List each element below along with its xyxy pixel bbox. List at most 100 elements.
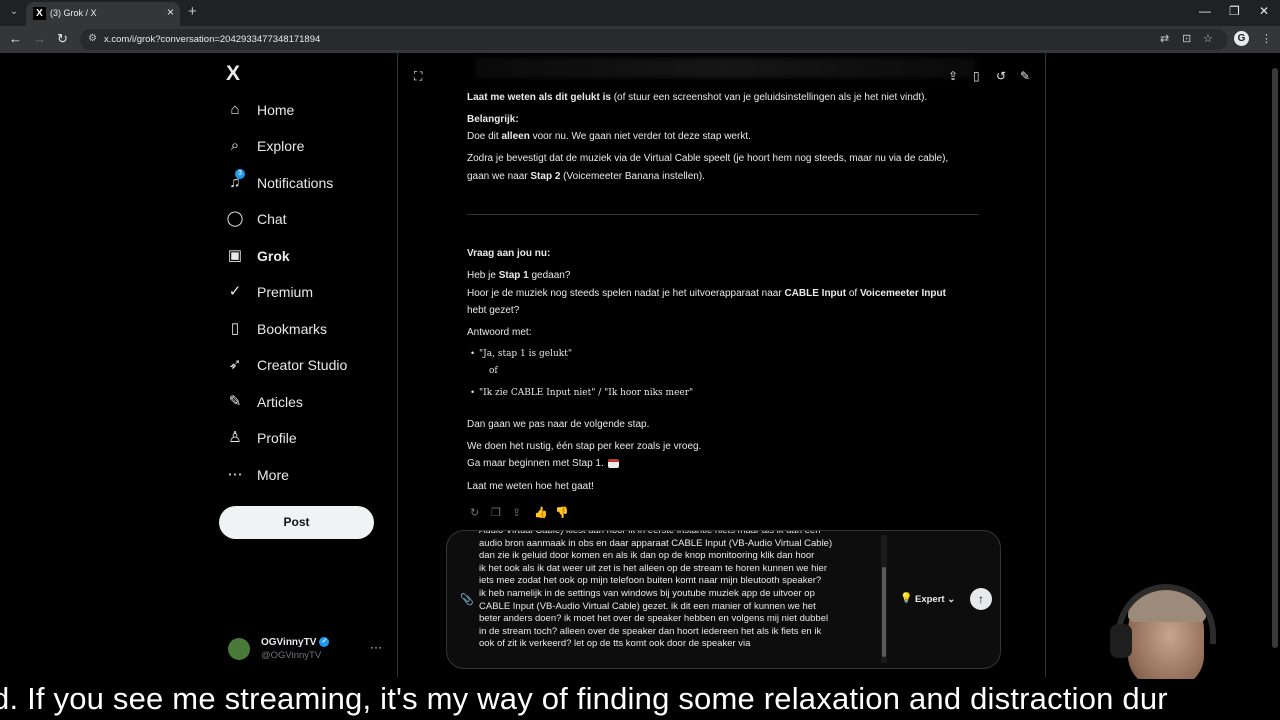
sidebar-item-bookmarks[interactable]: ▯ Bookmarks: [226, 317, 327, 341]
bold-text: Laat me weten als dit gelukt is: [467, 92, 611, 103]
message-line: Hoor je de muziek nog steeds spelen nada…: [467, 285, 987, 303]
message-line: Dan gaan we pas naar de volgende stap.: [467, 419, 650, 430]
share-icon[interactable]: ⇪: [512, 506, 521, 519]
text: Doe dit: [467, 131, 502, 142]
thumbs-down-icon[interactable]: 👎: [555, 506, 569, 519]
articles-icon: ✎: [228, 393, 242, 410]
send-button[interactable]: ↑: [970, 588, 992, 610]
question-heading: Vraag aan jou nu:: [467, 245, 979, 263]
premium-icon: ✓: [228, 283, 242, 300]
bookmark-icon[interactable]: ▯: [973, 69, 980, 83]
browser-tab[interactable]: X (3) Grok / X ×: [26, 2, 180, 26]
sidebar-item-home[interactable]: ⌂ Home: [226, 98, 294, 122]
headphone-earcup: [1110, 624, 1132, 658]
lightbulb-icon: 💡: [900, 593, 913, 604]
share-icon[interactable]: ⇪: [948, 69, 958, 83]
model-label: Expert: [915, 594, 945, 605]
bookmark-star-icon[interactable]: ☆: [1203, 32, 1213, 45]
account-more-icon[interactable]: ···: [370, 640, 382, 654]
text: gedaan?: [528, 270, 571, 281]
bell-icon: ♫ 3: [226, 169, 245, 192]
x-favicon-icon: X: [33, 7, 46, 20]
browser-tab-bar: ⌄ X (3) Grok / X × + — ❐ ✕: [0, 0, 1280, 26]
list-item: "Ik zie CABLE Input niet" / "Ik hoor nik…: [471, 387, 693, 398]
sidebar-item-articles[interactable]: ✎ Articles: [226, 390, 303, 414]
model-selector[interactable]: Expert ⌄: [915, 594, 955, 605]
sidebar-item-explore[interactable]: ⌕ Explore: [226, 134, 305, 158]
new-chat-icon[interactable]: ✎: [1020, 69, 1030, 83]
message-line: hebt gezet?: [467, 305, 520, 316]
message-line: We doen het rustig, één stap per keer zo…: [467, 441, 702, 452]
sidebar-item-notifications[interactable]: ♫ 3 Notifications: [226, 169, 334, 195]
back-icon[interactable]: ←: [9, 31, 22, 46]
grok-icon: ▣: [227, 247, 243, 264]
sidebar-item-more[interactable]: ⋯ More: [226, 463, 289, 487]
message-line: gaan we naar Stap 2 (Voicemeeter Banana …: [467, 168, 979, 186]
history-icon[interactable]: ↺: [996, 69, 1006, 83]
bookmark-icon: ▯: [230, 320, 240, 337]
text: of: [846, 288, 860, 299]
window-close-icon[interactable]: ✕: [1259, 4, 1269, 18]
account-switcher[interactable]: OGVinnyTV ✓ @OGVinnyTV ···: [228, 636, 384, 664]
rocket-icon: ➶: [228, 356, 242, 373]
message-line: Zodra je bevestigt dat de muziek via de …: [467, 153, 949, 164]
regenerate-icon[interactable]: ↻: [470, 506, 479, 519]
x-logo-icon[interactable]: X: [226, 62, 240, 86]
tab-title: (3) Grok / X: [50, 8, 97, 18]
important-heading: Belangrijk:: [467, 111, 979, 129]
sidebar-item-label: Notifications: [257, 175, 334, 191]
sidebar-item-label: Bookmarks: [257, 321, 328, 337]
more-circle-icon: ⋯: [227, 466, 243, 483]
message-line: Heb je Stap 1 gedaan?: [467, 267, 979, 285]
sidebar-item-chat[interactable]: ◯ Chat: [226, 207, 287, 231]
restore-icon[interactable]: ❐: [1229, 4, 1240, 18]
message-line: Doe dit alleen voor nu. We gaan niet ver…: [467, 128, 979, 146]
notification-badge: 3: [235, 169, 245, 179]
message-composer[interactable]: 📎 Audio Virtual Cable) kiest dan hoor ik…: [446, 530, 1001, 669]
divider: [467, 214, 979, 215]
text: gaan we naar: [467, 171, 531, 182]
url-text: x.com/i/grok?conversation=20429334773481…: [104, 34, 321, 45]
url-field[interactable]: ⚙ x.com/i/grok?conversation=204293347734…: [80, 29, 1228, 50]
composer-input[interactable]: Audio Virtual Cable) kiest dan hoor ik i…: [479, 531, 879, 661]
bold-text: Stap 1: [498, 270, 529, 281]
tab-search-icon[interactable]: ⌄: [6, 4, 22, 20]
sidebar-item-profile[interactable]: ♙ Profile: [226, 426, 296, 450]
cake-emoji-icon: [607, 458, 619, 468]
minimize-icon[interactable]: —: [1199, 4, 1211, 18]
text: voor nu. We gaan niet verder tot deze st…: [529, 131, 751, 142]
stream-caption-text: d. If you see me streaming, it's my way …: [0, 681, 1168, 716]
sidebar-item-label: Articles: [257, 394, 303, 410]
column-divider-right: [1045, 53, 1046, 677]
expand-icon[interactable]: ⛶: [414, 69, 422, 84]
translate-icon[interactable]: ⇄: [1160, 32, 1169, 45]
site-info-icon[interactable]: ⚙: [88, 33, 97, 44]
new-tab-icon[interactable]: +: [188, 3, 197, 20]
text: (Voicemeeter Banana instellen).: [560, 171, 705, 182]
sidebar-item-label: Premium: [257, 284, 314, 300]
install-icon[interactable]: ⊡: [1182, 32, 1191, 45]
text: Hoor je de muziek nog steeds spelen nada…: [467, 288, 785, 299]
bold-text: Vraag aan jou nu:: [467, 248, 551, 259]
forward-icon[interactable]: →: [33, 31, 46, 46]
profile-avatar-icon[interactable]: G: [1234, 31, 1249, 46]
bold-text: Belangrijk:: [467, 114, 519, 125]
composer-scroll-thumb[interactable]: [882, 567, 886, 657]
sidebar-item-label: Creator Studio: [257, 357, 348, 373]
tab-close-icon[interactable]: ×: [167, 5, 174, 19]
sidebar-item-creator-studio[interactable]: ➶ Creator Studio: [226, 353, 348, 377]
attach-icon[interactable]: 📎: [460, 593, 474, 606]
sidebar-item-premium[interactable]: ✓ Premium: [226, 280, 313, 304]
message-line: Ga maar beginnen met Stap 1.: [467, 455, 979, 473]
reload-icon[interactable]: ↻: [57, 31, 68, 47]
bold-text: Stap 2: [530, 171, 561, 182]
post-button[interactable]: Post: [219, 506, 374, 539]
page-scroll-thumb[interactable]: [1272, 68, 1278, 648]
copy-icon[interactable]: ❐: [491, 506, 501, 519]
sidebar-item-label: Chat: [257, 211, 287, 227]
browser-menu-icon[interactable]: ⋮: [1261, 32, 1272, 45]
account-handle: @OGVinnyTV: [261, 650, 322, 661]
chat-icon: ◯: [226, 210, 244, 227]
sidebar-item-grok[interactable]: ▣ Grok: [226, 244, 290, 268]
thumbs-up-icon[interactable]: 👍: [534, 506, 548, 519]
